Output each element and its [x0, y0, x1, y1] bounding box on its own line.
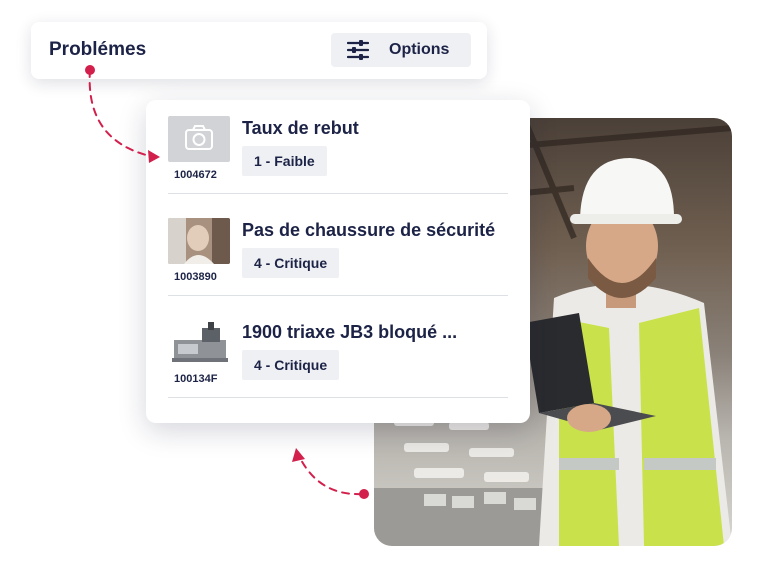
sliders-icon	[347, 40, 369, 60]
divider	[168, 397, 508, 398]
list-item[interactable]: 1004672 Taux de rebut 1 - Faible	[168, 116, 508, 211]
person-photo	[168, 218, 230, 264]
list-item[interactable]: 100134F 1900 triaxe JB3 bloqué ... 4 - C…	[168, 320, 508, 415]
page-title: Problémes	[49, 39, 147, 60]
list-item[interactable]: 1003890 Pas de chaussure de sécurité 4 -…	[168, 218, 508, 313]
item-id: 1003890	[174, 271, 217, 283]
thumbnail	[168, 320, 230, 366]
item-id: 1004672	[174, 169, 217, 181]
item-title: 1900 triaxe JB3 bloqué ...	[242, 322, 458, 342]
severity-badge: 4 - Critique	[242, 350, 340, 380]
item-id: 100134F	[174, 373, 218, 385]
problems-list: 1004672 Taux de rebut 1 - Faible 1003890…	[146, 100, 530, 423]
thumbnail	[168, 116, 230, 162]
divider	[168, 193, 508, 194]
options-button[interactable]: Options	[331, 33, 471, 67]
options-label: Options	[389, 41, 450, 58]
severity-badge: 1 - Faible	[242, 146, 327, 176]
item-title: Pas de chaussure de sécurité	[242, 220, 496, 240]
divider	[168, 295, 508, 296]
severity-badge: 4 - Critique	[242, 248, 340, 278]
machine-photo	[168, 320, 230, 366]
arrow-head	[292, 448, 305, 462]
start-dot	[359, 489, 369, 499]
thumbnail	[168, 218, 230, 264]
problems-header: Problémes Options	[31, 22, 487, 79]
camera-placeholder-icon	[185, 125, 213, 150]
item-title: Taux de rebut	[242, 118, 359, 138]
